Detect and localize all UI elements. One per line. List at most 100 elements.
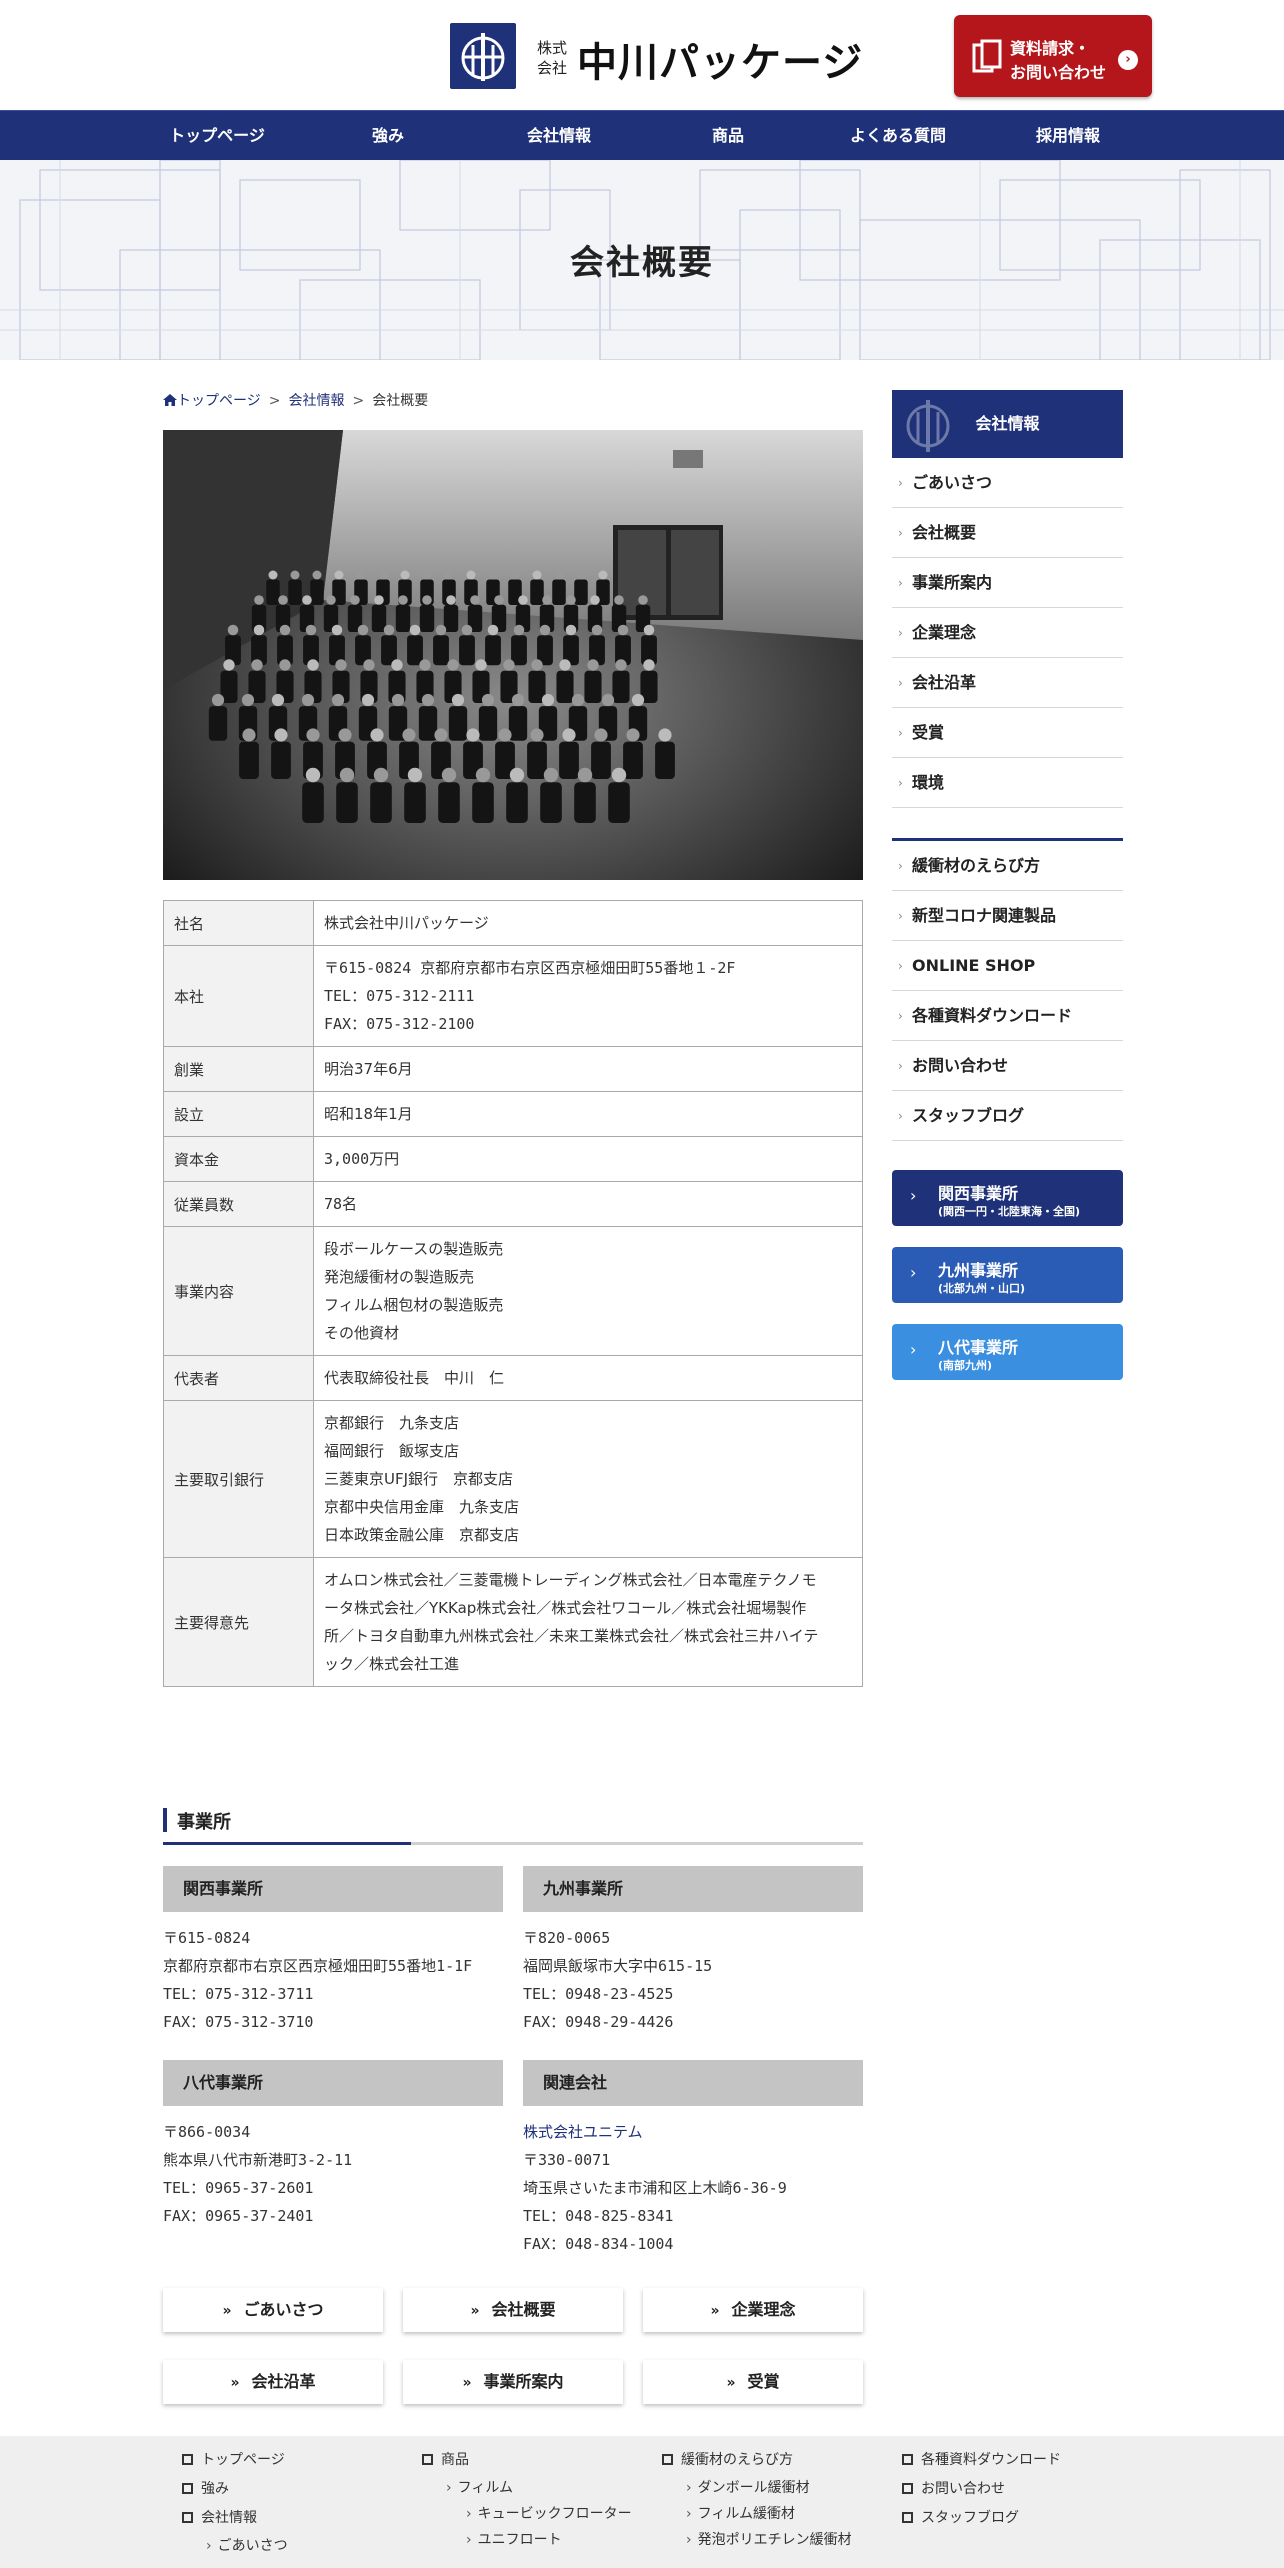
double-chevron-icon: » bbox=[470, 2303, 480, 2319]
table-value-line: 明治37年6月 bbox=[324, 1060, 413, 1078]
document-icon bbox=[972, 39, 1002, 73]
breadcrumb-home[interactable]: トップページ bbox=[177, 393, 261, 409]
breadcrumb-company[interactable]: 会社情報 bbox=[288, 393, 344, 409]
btn-greeting[interactable]: » ごあいさつ bbox=[163, 2288, 383, 2332]
btn-awards[interactable]: » 受賞 bbox=[643, 2360, 863, 2404]
nav-products[interactable]: 商品 bbox=[638, 111, 818, 161]
table-label: 資本金 bbox=[163, 1136, 314, 1182]
home-icon bbox=[163, 394, 177, 406]
sidebar-item[interactable]: › 新型コロナ関連製品 bbox=[892, 891, 1123, 941]
sidebar-office-button[interactable]: › 八代事業所 (南部九州) bbox=[892, 1324, 1123, 1380]
person-body bbox=[419, 604, 435, 632]
person-body bbox=[608, 782, 630, 823]
person-head bbox=[498, 728, 512, 742]
chevron-right-icon: › bbox=[898, 1059, 903, 1073]
footer-sublink[interactable]: › フィルム緩衝材 bbox=[662, 2501, 852, 2527]
nav-recruit[interactable]: 採用情報 bbox=[978, 111, 1158, 161]
company-logo-icon[interactable] bbox=[450, 23, 516, 89]
sidebar-item[interactable]: › 会社概要 bbox=[892, 508, 1123, 558]
footer-link[interactable]: 会社情報 bbox=[182, 2504, 288, 2533]
sidebar-item[interactable]: › 事業所案内 bbox=[892, 558, 1123, 608]
sidebar-heading[interactable]: 会社情報 bbox=[892, 390, 1123, 458]
sidebar-office-button[interactable]: › 九州事業所 (北部九州・山口) bbox=[892, 1247, 1123, 1303]
table-value-line: 三菱東京UFJ銀行 京都支店 bbox=[324, 1470, 514, 1488]
table-value-line: 所／トヨタ自動車九州株式会社／未来工業株式会社／株式会社三井ハイテ bbox=[324, 1627, 819, 1645]
btn-history[interactable]: » 会社沿革 bbox=[163, 2360, 383, 2404]
chevron-right-icon: › bbox=[898, 859, 903, 873]
office-heading-kyushu: 九州事業所 bbox=[523, 1866, 863, 1912]
table-label: 主要得意先 bbox=[163, 1557, 314, 1687]
footer-link[interactable]: 緩衝材のえらび方 bbox=[662, 2446, 852, 2475]
person-head bbox=[434, 728, 448, 742]
footer-sublink[interactable]: › キュービックフローター bbox=[422, 2501, 632, 2527]
person-head bbox=[290, 570, 300, 580]
person-head bbox=[488, 570, 498, 580]
footer-sublink[interactable]: › ダンボール緩衝材 bbox=[662, 2475, 852, 2501]
btn-offices[interactable]: » 事業所案内 bbox=[403, 2360, 623, 2404]
table-value-line: 3,000万円 bbox=[324, 1150, 400, 1168]
table-value-line: 京都銀行 九条支店 bbox=[324, 1414, 460, 1432]
sidebar-office-button[interactable]: › 関西事業所 (関西一円・北陸東海・全国) bbox=[892, 1170, 1123, 1226]
person-head bbox=[470, 595, 480, 605]
sidebar-item[interactable]: › ごあいさつ bbox=[892, 458, 1123, 508]
sidebar-item[interactable]: › スタッフブログ bbox=[892, 1091, 1123, 1141]
footer-sublink[interactable]: › ごあいさつ bbox=[182, 2533, 288, 2559]
person-head bbox=[211, 693, 225, 707]
person-head bbox=[466, 728, 480, 742]
person-head bbox=[531, 659, 543, 671]
footer-sublink[interactable]: › 発泡ポリエチレン緩衝材 bbox=[662, 2527, 852, 2553]
person-head bbox=[391, 659, 403, 671]
company-profile-table: 社名 株式会社中川パッケージ 本社 〒615-0824 京都府京都市右京区西京極畑田町… bbox=[163, 900, 863, 1687]
footer-link[interactable]: お問い合わせ bbox=[902, 2475, 1061, 2504]
breadcrumb-current: 会社概要 bbox=[372, 393, 429, 409]
request-inquiry-button[interactable]: 資料請求・ お問い合わせ › bbox=[954, 15, 1152, 97]
person-head bbox=[643, 659, 655, 671]
btn-overview[interactable]: » 会社概要 bbox=[403, 2288, 623, 2332]
sidebar-item[interactable]: › 緩衝材のえらび方 bbox=[892, 841, 1123, 891]
nav-strengths[interactable]: 強み bbox=[298, 111, 478, 161]
footer-link[interactable]: 各種資料ダウンロード bbox=[902, 2446, 1061, 2475]
person-head bbox=[518, 595, 528, 605]
person-head bbox=[594, 728, 608, 742]
square-bullet-icon bbox=[182, 2511, 193, 2523]
sidebar-item[interactable]: › ONLINE SHOP bbox=[892, 941, 1123, 991]
table-value-line: 株式会社中川パッケージ bbox=[324, 914, 489, 932]
table-value: 株式会社中川パッケージ bbox=[313, 900, 863, 946]
table-value-line: フィルム梱包材の製造販売 bbox=[324, 1296, 504, 1314]
person-head bbox=[461, 624, 473, 636]
btn-philosophy[interactable]: » 企業理念 bbox=[643, 2288, 863, 2332]
sidebar-item[interactable]: › 各種資料ダウンロード bbox=[892, 991, 1123, 1041]
sidebar-item[interactable]: › 環境 bbox=[892, 758, 1123, 808]
sidebar-item[interactable]: › 受賞 bbox=[892, 708, 1123, 758]
square-bullet-icon bbox=[902, 2482, 913, 2494]
sidebar-item[interactable]: › 会社沿革 bbox=[892, 658, 1123, 708]
person-head bbox=[378, 570, 388, 580]
sidebar-item[interactable]: › お問い合わせ bbox=[892, 1041, 1123, 1091]
footer-link[interactable]: 強み bbox=[182, 2475, 288, 2504]
person-body bbox=[239, 741, 259, 779]
person-head bbox=[357, 624, 369, 636]
footer-link[interactable]: スタッフブログ bbox=[902, 2504, 1061, 2533]
person-head bbox=[335, 659, 347, 671]
logo-company-name[interactable]: 中川パッケージ bbox=[577, 30, 863, 88]
affiliate-link[interactable]: 株式会社ユニテム bbox=[523, 2123, 643, 2141]
table-value: 〒615-0824 京都府京都市右京区西京極畑田町55番地１-2F TEL：075… bbox=[313, 945, 863, 1047]
footer-sublink[interactable]: › フィルム bbox=[422, 2475, 632, 2501]
chevron-right-icon: › bbox=[898, 476, 903, 490]
person-body bbox=[527, 741, 547, 779]
footer-link[interactable]: トップページ bbox=[182, 2446, 288, 2475]
nav-faq[interactable]: よくある質問 bbox=[808, 111, 988, 161]
footer-col-2: 商品 › フィルム › キュービックフローター › ユニフロート bbox=[422, 2446, 632, 2553]
footer-sublink[interactable]: › ユニフロート bbox=[422, 2527, 632, 2553]
office-heading-kansai: 関西事業所 bbox=[163, 1866, 503, 1912]
table-row: 設立 昭和18年1月 bbox=[163, 1091, 863, 1137]
chevron-right-icon: › bbox=[898, 776, 903, 790]
person-head bbox=[422, 570, 432, 580]
nav-top[interactable]: トップページ bbox=[127, 111, 307, 161]
nav-company[interactable]: 会社情報 bbox=[469, 111, 649, 161]
person-body bbox=[591, 741, 611, 779]
footer-link[interactable]: 商品 bbox=[422, 2446, 632, 2475]
sidebar-item[interactable]: › 企業理念 bbox=[892, 608, 1123, 658]
person-head bbox=[398, 595, 408, 605]
chevron-right-icon: › bbox=[898, 726, 903, 740]
